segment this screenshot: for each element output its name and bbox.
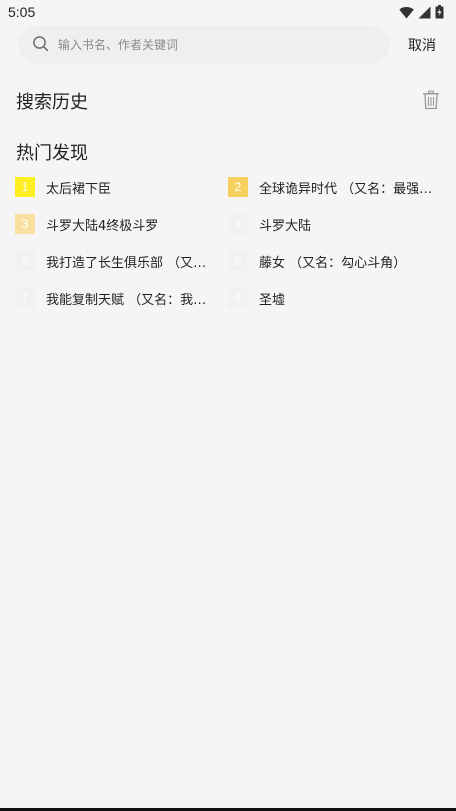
search-bar: 取消 [0, 26, 456, 66]
rank-badge: 3 [15, 214, 35, 234]
hot-item-label: 全球诡异时代 （又名：最强… [259, 181, 433, 197]
search-box[interactable] [18, 26, 390, 64]
rank-badge: 2 [228, 177, 248, 197]
rank-badge: 7 [15, 288, 35, 308]
battery-icon [435, 5, 444, 19]
rank-badge: 5 [15, 251, 35, 271]
hot-item[interactable]: 1 太后裙下臣 [15, 172, 205, 202]
hot-item[interactable]: 3 斗罗大陆4终极斗罗 [15, 209, 205, 239]
wifi-icon [399, 6, 414, 19]
rank-badge: 4 [228, 214, 248, 234]
hot-item-label: 圣墟 [259, 292, 286, 308]
cancel-button[interactable]: 取消 [400, 26, 444, 64]
hot-item[interactable]: 2 全球诡异时代 （又名：最强… [228, 172, 443, 202]
signal-icon [418, 6, 431, 19]
hot-item[interactable]: 4 斗罗大陆 [228, 209, 443, 239]
hot-item-label: 太后裙下臣 [46, 181, 112, 197]
rank-badge: 6 [228, 251, 248, 271]
hot-item-label: 斗罗大陆4终极斗罗 [46, 218, 159, 234]
rank-badge: 8 [228, 288, 248, 308]
hot-item[interactable]: 8 圣墟 [228, 283, 443, 313]
search-history-title: 搜索历史 [16, 92, 88, 113]
hot-item[interactable]: 7 我能复制天赋 （又名：我能… [15, 283, 220, 313]
status-icons [399, 5, 444, 19]
hot-item-label: 藤女 （又名：勾心斗角） [259, 255, 407, 271]
search-input[interactable] [58, 26, 378, 64]
hot-item-label: 我能复制天赋 （又名：我能… [46, 292, 218, 308]
hot-item[interactable]: 5 我打造了长生俱乐部 （又名… [15, 246, 220, 276]
hot-item-label: 我打造了长生俱乐部 （又名… [46, 255, 218, 271]
status-time: 5:05 [8, 4, 36, 20]
hot-item-label: 斗罗大陆 [259, 218, 312, 234]
trash-icon[interactable] [422, 90, 440, 114]
rank-badge: 1 [15, 177, 35, 197]
hot-item[interactable]: 6 藤女 （又名：勾心斗角） [228, 246, 443, 276]
hot-discover-title: 热门发现 [16, 143, 88, 164]
search-icon [32, 35, 50, 57]
status-bar: 5:05 [0, 0, 456, 26]
